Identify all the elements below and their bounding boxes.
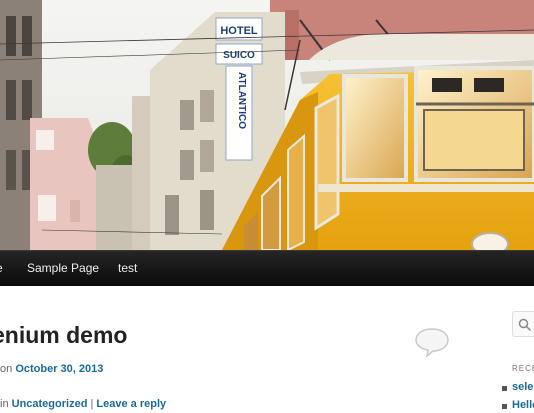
leave-reply-link[interactable]: Leave a reply bbox=[96, 398, 166, 410]
post-date-link[interactable]: October 30, 2013 bbox=[15, 363, 103, 375]
list-bullet bbox=[502, 404, 507, 409]
comment-bubble-icon[interactable] bbox=[413, 326, 451, 358]
sidebar-search-input[interactable] bbox=[512, 311, 534, 337]
nav-item-home[interactable]: e bbox=[0, 251, 3, 286]
meta-separator: | bbox=[90, 398, 94, 410]
recent-post-link[interactable]: Hello bbox=[512, 399, 534, 411]
date-prefix: on bbox=[0, 363, 13, 375]
recent-post-link[interactable]: sele bbox=[512, 381, 533, 393]
post-footer-meta: in Uncategorized | Leave a reply bbox=[0, 398, 166, 410]
post-title[interactable]: enium demo bbox=[0, 322, 127, 349]
main-nav: e Sample Page test bbox=[0, 250, 534, 286]
header-image[interactable]: HOTEL SUICO ATLANTICO bbox=[0, 0, 534, 250]
recent-posts-title: RECE bbox=[512, 364, 534, 373]
hotel-vertical-sign-text: ATLANTICO bbox=[236, 72, 247, 129]
nav-item-test[interactable]: test bbox=[118, 251, 137, 286]
list-bullet bbox=[502, 386, 507, 391]
search-icon bbox=[518, 318, 532, 332]
category-prefix: in bbox=[0, 398, 9, 410]
hotel-sign-text: HOTEL bbox=[220, 25, 258, 37]
post-date-meta: on October 30, 2013 bbox=[0, 363, 103, 375]
nav-item-sample-page[interactable]: Sample Page bbox=[27, 251, 99, 286]
category-link[interactable]: Uncategorized bbox=[12, 398, 88, 410]
